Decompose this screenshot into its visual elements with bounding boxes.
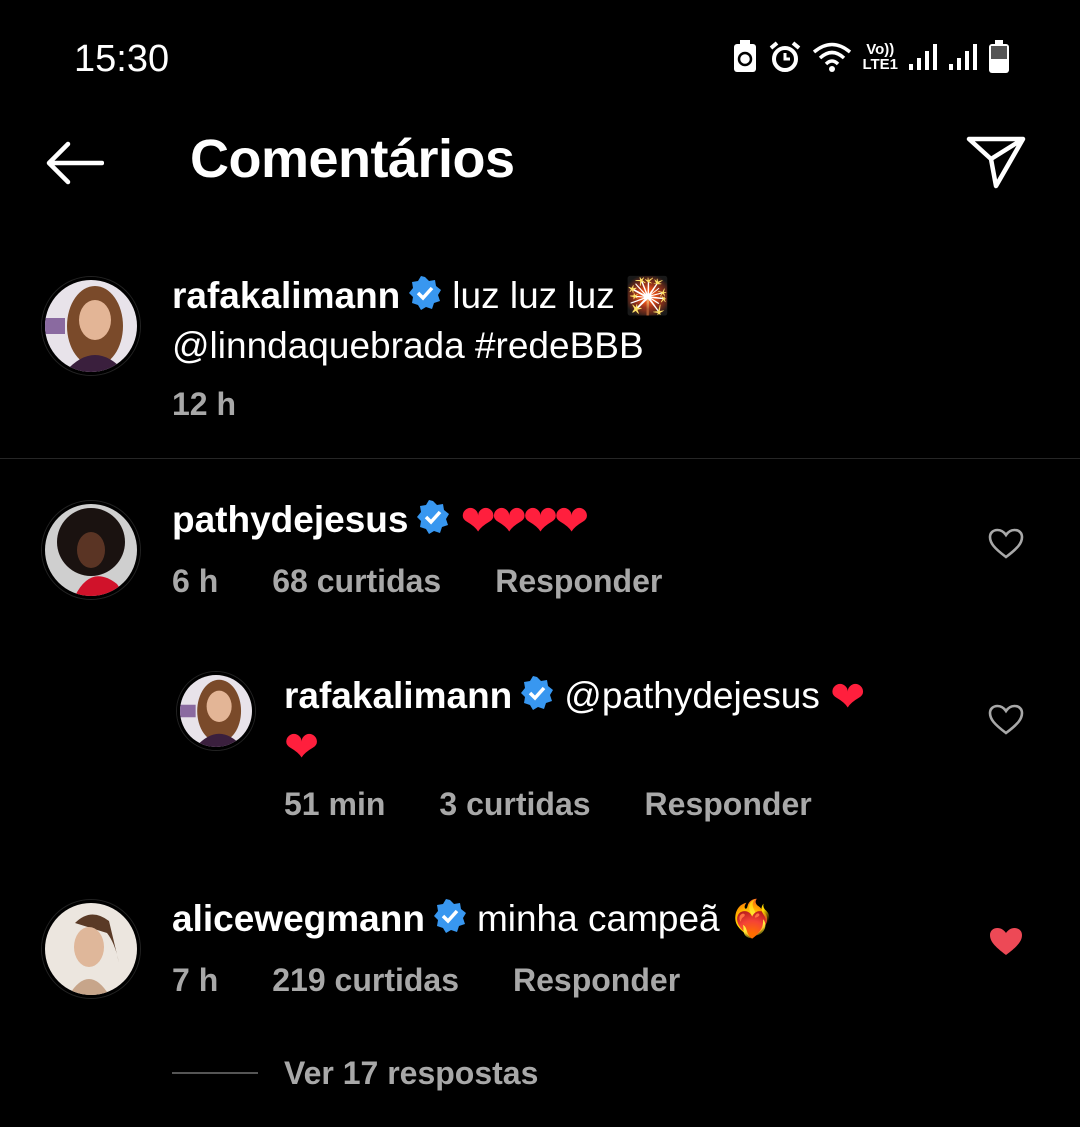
- comment-text: pathydejesus ❤❤❤❤: [172, 496, 952, 546]
- reply-button[interactable]: Responder: [645, 786, 812, 823]
- caption-text: rafakalimann luz luz luz 🎇 @linndaquebrad…: [172, 272, 972, 370]
- alarm-icon: [770, 41, 801, 72]
- volte-label: Vo)): [866, 41, 895, 58]
- battery-icon: [989, 40, 1009, 73]
- avatar-rafakalimann[interactable]: [42, 277, 140, 375]
- signal-icon-1: [909, 44, 937, 70]
- caption-emoji: 🎇: [625, 275, 670, 316]
- network-type: Vo)) LTE1: [862, 42, 898, 72]
- comment-text: alicewegmann minha campeã ❤️‍🔥: [172, 895, 952, 945]
- lte-label: LTE1: [862, 56, 898, 73]
- caption-username[interactable]: rafakalimann: [172, 275, 400, 316]
- reply-username[interactable]: rafakalimann: [284, 675, 512, 716]
- back-arrow-icon[interactable]: [44, 138, 104, 188]
- view-replies-button[interactable]: Ver 17 respostas: [284, 1055, 538, 1092]
- verified-badge-icon: [433, 897, 467, 945]
- verified-badge-icon: [416, 498, 450, 546]
- verified-badge-icon: [408, 274, 442, 322]
- comment-meta: 7 h 219 curtidas Responder: [172, 962, 680, 999]
- comment-username[interactable]: pathydejesus: [172, 499, 408, 540]
- caption-meta: 12 h: [172, 386, 236, 423]
- reply-mention[interactable]: @pathydejesus: [564, 675, 820, 716]
- reply-time: 51 min: [284, 786, 386, 822]
- comment-likes[interactable]: 68 curtidas: [272, 563, 441, 600]
- verified-badge-icon: [520, 674, 554, 722]
- reply-button[interactable]: Responder: [495, 563, 662, 600]
- comment-time: 6 h: [172, 563, 219, 599]
- status-time: 15:30: [74, 38, 170, 80]
- like-heart-icon[interactable]: [988, 704, 1024, 736]
- comment-likes[interactable]: 219 curtidas: [272, 962, 459, 999]
- comment-username[interactable]: alicewegmann: [172, 898, 425, 939]
- reply-line2: ❤: [284, 723, 319, 771]
- liked-heart-icon[interactable]: [988, 926, 1024, 958]
- reply-meta: 51 min 3 curtidas Responder: [284, 786, 812, 823]
- comment-meta: 6 h 68 curtidas Responder: [172, 563, 662, 600]
- avatar-image: [45, 903, 137, 995]
- avatar-pathydejesus[interactable]: [42, 501, 140, 599]
- avatar-image: [180, 675, 252, 747]
- caption-line1: luz luz luz: [452, 275, 615, 316]
- like-heart-icon[interactable]: [988, 528, 1024, 560]
- page-title: Comentários: [190, 129, 515, 189]
- caption-line2: @linndaquebrada #redeBBB: [172, 325, 644, 367]
- wifi-icon: [813, 42, 852, 72]
- recycle-notification-icon: [734, 40, 757, 72]
- reply-text: rafakalimann @pathydejesus ❤ ❤: [284, 672, 924, 771]
- avatar-image: [45, 504, 137, 596]
- avatar-alicewegmann[interactable]: [42, 900, 140, 998]
- reply-button[interactable]: Responder: [513, 962, 680, 999]
- divider: [0, 458, 1080, 459]
- signal-icon-2: [949, 44, 977, 70]
- comment-body: minha campeã: [476, 898, 720, 939]
- send-direct-icon[interactable]: [966, 134, 1026, 190]
- avatar-rafakalimann-reply[interactable]: [177, 672, 255, 750]
- comment-emoji: ❤️‍🔥: [729, 898, 775, 939]
- avatar-image: [45, 280, 137, 372]
- caption-time: 12 h: [172, 386, 237, 422]
- status-icons: Vo)) LTE1: [732, 40, 1010, 74]
- comment-time: 7 h: [172, 962, 219, 998]
- reply-likes[interactable]: 3 curtidas: [439, 786, 590, 823]
- reply-emoji: ❤: [830, 673, 865, 720]
- replies-divider: [172, 1072, 258, 1074]
- comment-body: ❤❤❤❤: [460, 497, 589, 544]
